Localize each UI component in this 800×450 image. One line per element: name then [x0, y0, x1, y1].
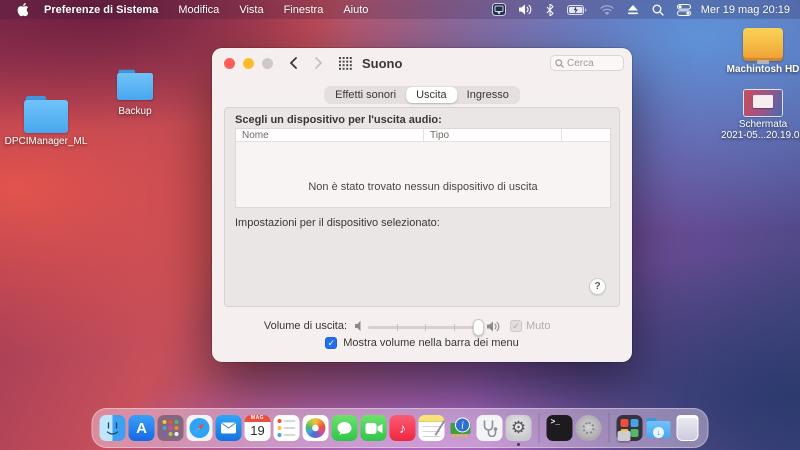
dock-facetime-icon[interactable]: [361, 415, 387, 441]
dock-system-preferences-icon[interactable]: ⚙: [506, 415, 532, 441]
mute-checkbox-row: ✓ Muto: [510, 320, 550, 332]
help-button[interactable]: ?: [589, 278, 606, 295]
menu-item-finestra[interactable]: Finestra: [274, 4, 334, 16]
screenshot-app-icon[interactable]: [492, 3, 506, 16]
output-panel: Scegli un dispositivo per l'uscita audio…: [224, 107, 620, 307]
menu-bar: Preferenze di Sistema Modifica Vista Fin…: [0, 0, 800, 19]
menu-bar-clock[interactable]: Mer 19 mag 20:19: [701, 4, 790, 16]
dock-reminders-icon[interactable]: [274, 415, 300, 441]
output-heading: Scegli un dispositivo per l'uscita audio…: [235, 114, 442, 126]
desktop: { "menu_bar": { "items": [ { "label": "P…: [0, 0, 800, 450]
window-title: Suono: [362, 56, 402, 71]
eject-icon[interactable]: [627, 5, 639, 15]
tab-bar: Effetti sonori Uscita Ingresso: [324, 86, 520, 104]
bluetooth-icon[interactable]: [546, 4, 554, 16]
menu-item-app[interactable]: Preferenze di Sistema: [34, 4, 168, 16]
dock-downloads-folder-icon[interactable]: ↓: [646, 415, 672, 441]
zoom-button-disabled: [262, 58, 273, 69]
empty-table-message: Non è stato trovato nessun dispositivo d…: [236, 181, 610, 193]
status-icons: [492, 3, 691, 16]
tab-uscita[interactable]: Uscita: [406, 87, 457, 103]
dock-applications-stack-icon[interactable]: [617, 415, 643, 441]
desktop-icon-label: Machintosh HD: [721, 64, 800, 75]
battery-charging-icon[interactable]: [567, 5, 587, 15]
spotlight-search-icon[interactable]: [652, 4, 664, 16]
mute-label: Muto: [526, 320, 550, 332]
forward-button: [314, 57, 323, 69]
dock-dpcimanager-icon[interactable]: i: [448, 415, 474, 441]
dock-hackintool-icon[interactable]: [477, 415, 503, 441]
show-volume-checkbox[interactable]: ✓: [325, 337, 337, 349]
desktop-icon-label: Schermata 2021-05...20.19.01: [721, 119, 800, 141]
desktop-icon-dpcimanager-ml[interactable]: DPCIManager_ML: [4, 100, 88, 147]
search-input[interactable]: Cerca: [550, 55, 624, 71]
volume-slider[interactable]: [368, 326, 482, 329]
dock-separator: [539, 413, 540, 443]
speaker-low-icon: [355, 321, 364, 331]
settings-label: Impostazioni per il dispositivo selezion…: [235, 217, 440, 229]
volume-label: Volume di uscita:: [242, 320, 347, 332]
dock-app-store-icon[interactable]: A: [129, 415, 155, 441]
dock-mail-icon[interactable]: [216, 415, 242, 441]
dock-messages-icon[interactable]: [332, 415, 358, 441]
external-drive-icon: [743, 28, 783, 61]
desktop-icon-machintosh-hd[interactable]: Machintosh HD: [721, 28, 800, 75]
output-volume-row: Volume di uscita: ✓ Muto: [212, 318, 632, 336]
desktop-icon-schermata[interactable]: Schermata 2021-05...20.19.01: [721, 90, 800, 141]
menu-item-modifica[interactable]: Modifica: [168, 4, 229, 16]
show-all-grid-icon[interactable]: [339, 57, 352, 70]
title-bar[interactable]: Suono Cerca: [212, 48, 632, 78]
dock-music-icon[interactable]: ♪: [390, 415, 416, 441]
desktop-icon-backup[interactable]: Backup: [93, 70, 177, 117]
table-header: Nome Tipo: [236, 129, 610, 142]
dock-disc-utility-icon[interactable]: [576, 415, 602, 441]
dock: A MAG 19 ♪ i ⚙ >_: [92, 408, 709, 448]
dock-calendar-icon[interactable]: MAG 19: [245, 415, 271, 441]
sound-preferences-window: Suono Cerca Effetti sonori Uscita Ingres…: [212, 48, 632, 362]
svg-text:i: i: [461, 421, 464, 432]
dock-notes-icon[interactable]: [419, 415, 445, 441]
tab-ingresso[interactable]: Ingresso: [457, 87, 519, 103]
control-center-icon[interactable]: [677, 4, 691, 16]
show-volume-label: Mostra volume nella barra dei menu: [343, 337, 518, 349]
dock-photos-icon[interactable]: [303, 415, 329, 441]
back-button[interactable]: [289, 57, 298, 69]
column-header-nome[interactable]: Nome: [236, 129, 424, 141]
dock-safari-icon[interactable]: [187, 415, 213, 441]
apple-menu-icon[interactable]: [10, 3, 34, 17]
volume-icon[interactable]: [519, 4, 533, 15]
folder-icon: [24, 100, 68, 133]
close-button[interactable]: [224, 58, 235, 69]
dock-separator: [609, 413, 610, 443]
tab-effetti-sonori[interactable]: Effetti sonori: [325, 87, 406, 103]
column-header-tipo[interactable]: Tipo: [424, 129, 562, 141]
volume-slider-knob[interactable]: [473, 319, 484, 336]
speaker-high-icon: [487, 321, 501, 332]
search-icon: [555, 59, 564, 68]
search-placeholder: Cerca: [567, 58, 594, 69]
dock-finder-icon[interactable]: [100, 415, 126, 441]
desktop-icon-label: Backup: [93, 106, 177, 117]
dock-launchpad-icon[interactable]: [158, 415, 184, 441]
screenshot-thumbnail-icon: [744, 90, 782, 116]
desktop-icon-label: DPCIManager_ML: [4, 136, 88, 147]
show-volume-menubar-row: ✓ Mostra volume nella barra dei menu: [212, 337, 632, 349]
menu-item-vista[interactable]: Vista: [229, 4, 273, 16]
menu-item-aiuto[interactable]: Aiuto: [333, 4, 378, 16]
wifi-icon[interactable]: [600, 5, 614, 15]
minimize-button[interactable]: [243, 58, 254, 69]
output-device-table[interactable]: Nome Tipo Non è stato trovato nessun dis…: [235, 128, 611, 208]
dock-trash-icon[interactable]: [677, 415, 699, 441]
mute-checkbox: ✓: [510, 320, 522, 332]
dock-terminal-icon[interactable]: >_: [547, 415, 573, 441]
folder-icon: [117, 73, 153, 100]
